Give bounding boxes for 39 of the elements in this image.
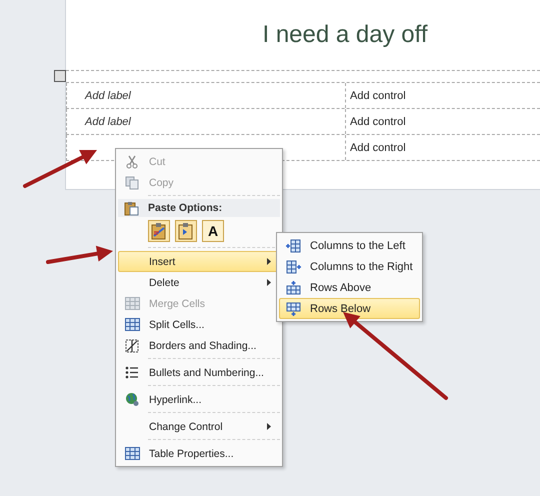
control-placeholder[interactable]: Add control [350,116,406,128]
submenu-arrow-icon [267,258,271,265]
table-insert-icon [286,238,300,252]
label-placeholder[interactable]: Add label [85,116,131,128]
borders-icon [125,338,139,352]
paste-options-header: Paste Options: [118,199,280,217]
menu-item[interactable]: Split Cells... [118,314,280,335]
copy-icon [125,176,139,190]
table-icon [124,297,140,310]
pointer-arrow [46,246,113,264]
menu-item[interactable]: Rows Above [279,277,420,298]
menu-item[interactable]: Columns to the Left [279,235,420,256]
list-icon [125,366,139,379]
menu-item[interactable]: Hyperlink... [118,389,280,410]
globe-icon [124,392,140,407]
menu-item[interactable]: Change Control [118,416,280,437]
control-placeholder[interactable]: Add control [350,142,406,154]
table-insert-icon [286,260,300,274]
clipboard-icon [124,200,138,216]
label-placeholder[interactable]: Add label [85,90,131,102]
menu-item[interactable]: Table Properties... [118,443,280,464]
menu-item[interactable]: Rows Below [279,298,420,319]
submenu-arrow-icon [267,423,271,430]
table-insert-icon [286,280,300,294]
table-icon [124,318,140,331]
table-handle[interactable] [54,70,66,82]
form-title: I need a day off [262,21,428,49]
submenu-arrow-icon [267,279,271,286]
menu-item[interactable]: Delete [118,272,280,293]
paste-text-only-button[interactable]: A [202,220,224,242]
paste-merge-button[interactable] [175,220,197,242]
menu-item[interactable]: Bullets and Numbering... [118,362,280,383]
table-icon [124,447,140,460]
menu-item[interactable]: Borders and Shading... [118,335,280,356]
paste-keep-formatting-button[interactable] [148,220,170,242]
control-placeholder[interactable]: Add control [350,90,406,102]
table-insert-icon [286,302,300,316]
scissors-icon [125,154,139,168]
menu-item[interactable]: Columns to the Right [279,256,420,277]
